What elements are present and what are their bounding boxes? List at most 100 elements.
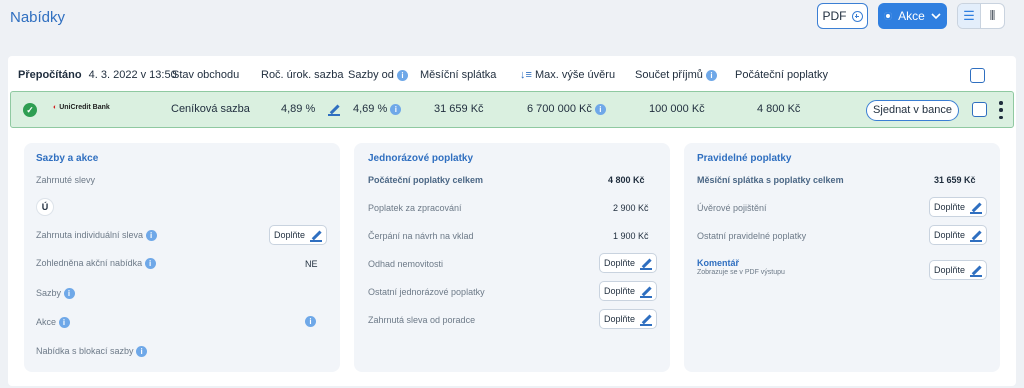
akcni-nabidka-value: NE (305, 259, 318, 269)
edit-icon (970, 229, 983, 242)
col-sazby-od-label: Sazby od (348, 69, 394, 81)
pravidelne-title: Pravidelné poplatky (697, 153, 792, 164)
doplnte-label: Doplňte (603, 314, 636, 324)
row-checkbox[interactable] (972, 102, 987, 117)
cell-roc: 4,89 % (281, 103, 341, 116)
splatka-celkem-value: 31 659 Kč (934, 175, 976, 185)
doplnte-button[interactable]: Doplňte (929, 225, 987, 245)
sazby-label: Sazby i (36, 288, 75, 300)
recalc-title: Přepočítáno (18, 69, 82, 81)
splatka-celkem-label: Měsíční splátka s poplatky celkem (697, 175, 844, 185)
blokace-text: Nabídka s blokací sazby (36, 346, 134, 356)
akcni-nabidka-text: Zohledněna akční nabídka (36, 258, 143, 268)
info-icon[interactable]: i (396, 69, 408, 81)
zahnute-slevy-label: Zahrnuté slevy (36, 175, 96, 185)
view-toggle: ☰ ⦀ (957, 3, 1005, 29)
recalc-status: Přepočítáno 4. 3. 2022 v 13:50 (18, 69, 177, 81)
cell-mesicni: 31 659 Kč (434, 103, 484, 115)
ostatni-pravidelne-label: Ostatní pravidelné poplatky (697, 231, 807, 241)
individualni-sleva-text: Zahrnuta individuální sleva (36, 230, 144, 240)
edit-icon (310, 229, 323, 242)
col-soucet: Součet příjmů i (635, 69, 717, 81)
sjednat-button[interactable]: Sjednat v bance (866, 100, 959, 121)
col-max-vyse-label: Max. výše úvěru (534, 69, 616, 81)
gear-icon (884, 12, 893, 20)
edit-icon (640, 285, 653, 298)
akce-label: Akce i (36, 317, 70, 329)
sazby-title: Sazby a akce (36, 153, 99, 164)
akce-label: Akce (898, 9, 925, 23)
info-icon[interactable]: i (705, 69, 717, 81)
sleva-poradce-label: Zahrnutá sleva od poradce (368, 315, 476, 325)
doplnte-label: Doplňte (603, 286, 636, 296)
info-icon[interactable]: i (136, 346, 148, 358)
edit-icon (640, 257, 653, 270)
pdf-button[interactable]: PDF (817, 3, 868, 29)
info-icon[interactable]: i (145, 230, 157, 242)
cell-sazby-od: 4,69 % i (353, 103, 402, 115)
doplnte-button[interactable]: Doplňte (599, 309, 657, 329)
select-all-checkbox[interactable] (970, 68, 985, 83)
cell-soucet: 100 000 Kč (649, 103, 705, 115)
columns-view-icon[interactable]: ⦀ (981, 4, 1004, 28)
doplnte-label: Doplňte (603, 258, 636, 268)
pojisteni-label: Úvěrové pojištění (697, 203, 767, 213)
akce-button[interactable]: Akce (878, 3, 947, 29)
doplnte-label: Doplňte (933, 265, 966, 275)
edit-icon (970, 201, 983, 214)
info-icon[interactable]: i (144, 258, 156, 270)
top-bar: Nabídky PDF Akce ☰ ⦀ (0, 0, 1024, 52)
doplnte-button[interactable]: Doplňte (929, 197, 987, 217)
doplnte-button[interactable]: Doplňte (599, 253, 657, 273)
akce-text: Akce (36, 317, 57, 327)
zpracovani-value: 2 900 Kč (613, 203, 649, 213)
info-icon[interactable]: i (390, 103, 402, 115)
recalc-time: 4. 3. 2022 v 13:50 (88, 69, 177, 81)
doplnte-label: Doplňte (933, 230, 966, 240)
sort-icon: ↓≡ (520, 69, 532, 81)
col-max-vyse[interactable]: ↓≡ Max. výše úvěru (520, 69, 615, 81)
edit-icon[interactable] (328, 103, 341, 116)
col-pocatecni[interactable]: Počáteční poplatky (735, 69, 828, 81)
cell-stav: Ceníková sazba (171, 103, 250, 115)
blokace-label: Nabídka s blokací sazby i (36, 346, 148, 358)
edit-icon (640, 313, 653, 326)
col-sazby-od: Sazby od i (348, 69, 408, 81)
edit-icon (970, 264, 983, 277)
col-roc[interactable]: Roč. úrok. sazba (261, 69, 344, 81)
odhad-label: Odhad nemovitosti (368, 259, 444, 269)
bank-logo: ◐ UniCredit Bank (53, 104, 110, 111)
komentar-label: Komentář (697, 258, 740, 268)
cell-roc-value: 4,89 % (281, 103, 316, 115)
doplnte-label: Doplňte (273, 230, 306, 240)
cell-max-vyse-value: 6 700 000 Kč (527, 103, 592, 115)
info-icon[interactable]: i (58, 317, 70, 329)
akcni-nabidka-label: Zohledněna akční nabídka i (36, 258, 156, 270)
cerpani-value: 1 900 Kč (613, 231, 649, 241)
info-icon[interactable]: i (305, 316, 316, 327)
doplnte-label: Doplňte (933, 202, 966, 212)
jednorazove-celkem-label: Počáteční poplatky celkem (368, 175, 484, 185)
pdf-label: PDF (822, 9, 847, 23)
col-mesicni[interactable]: Měsíční splátka (420, 69, 496, 81)
komentar-sub: Zobrazuje se v PDF výstupu (697, 269, 785, 276)
sazby-text: Sazby (36, 288, 62, 298)
col-stav: Stav obchodu (172, 69, 240, 81)
u-badge: Ú (36, 198, 54, 216)
zpracovani-label: Poplatek za zpracování (368, 203, 462, 213)
page-title: Nabídky (10, 9, 66, 26)
doplnte-button[interactable]: Doplňte (599, 281, 657, 301)
more-icon[interactable] (999, 101, 1003, 119)
jednorazove-celkem-value: 4 800 Kč (608, 175, 645, 185)
doplnte-button[interactable]: Doplňte (269, 225, 327, 245)
bank-name: UniCredit Bank (59, 104, 110, 111)
col-soucet-label: Součet příjmů (635, 69, 703, 81)
info-icon[interactable]: i (63, 288, 75, 300)
list-view-icon[interactable]: ☰ (958, 4, 982, 28)
info-icon[interactable]: i (594, 103, 606, 115)
cell-max-vyse: 6 700 000 Kč i (527, 103, 606, 115)
jednorazove-title: Jednorázové poplatky (368, 153, 474, 164)
doplnte-button[interactable]: Doplňte (929, 260, 987, 280)
ostatni-jednorazove-label: Ostatní jednorázové poplatky (368, 287, 485, 297)
cell-sazby-od-value: 4,69 % (353, 103, 388, 115)
